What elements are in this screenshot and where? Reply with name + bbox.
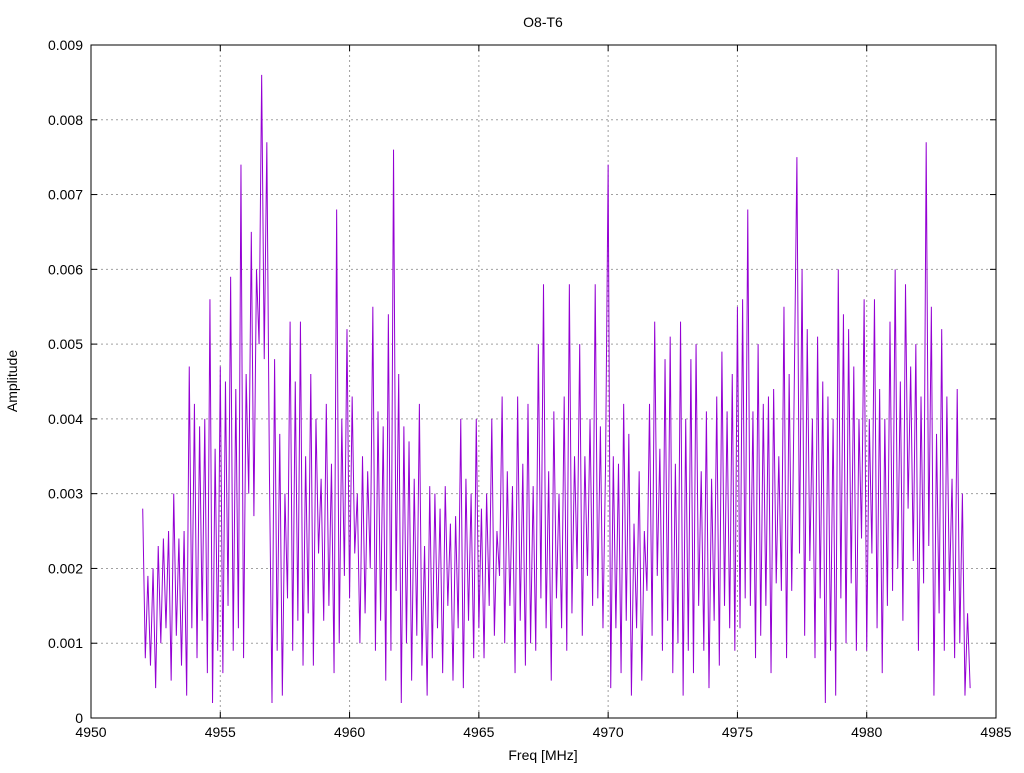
x-tick-label: 4975: [722, 724, 753, 740]
y-tick-label: 0.004: [48, 411, 83, 427]
series-layer: [143, 75, 970, 703]
x-tick-label: 4985: [980, 724, 1011, 740]
y-tick-label: 0: [75, 710, 83, 726]
y-axis-label: Amplitude: [4, 350, 20, 412]
x-tick-label: 4965: [463, 724, 494, 740]
y-tick-label: 0.003: [48, 486, 83, 502]
x-tick-label: 4980: [851, 724, 882, 740]
y-tick-label: 0.002: [48, 560, 83, 576]
y-tick-label: 0.007: [48, 187, 83, 203]
y-tick-label: 0.001: [48, 635, 83, 651]
x-tick-label: 4970: [593, 724, 624, 740]
y-tick-label: 0.005: [48, 336, 83, 352]
plot-border: [91, 45, 996, 718]
series-line: [143, 75, 970, 703]
grid: [91, 45, 996, 718]
x-tick-label: 4955: [205, 724, 236, 740]
chart-title: O8-T6: [523, 14, 563, 30]
chart: 4950 4955 4960 4965 4970 4975 4980 4985 0 0.001 0.…: [0, 0, 1024, 768]
y-tick-label: 0.008: [48, 112, 83, 128]
y-tick-label: 0.006: [48, 261, 83, 277]
x-tick-label: 4960: [334, 724, 365, 740]
x-tick-label: 4950: [75, 724, 106, 740]
x-axis-label: Freq [MHz]: [508, 747, 577, 763]
y-tick-label: 0.009: [48, 37, 83, 53]
